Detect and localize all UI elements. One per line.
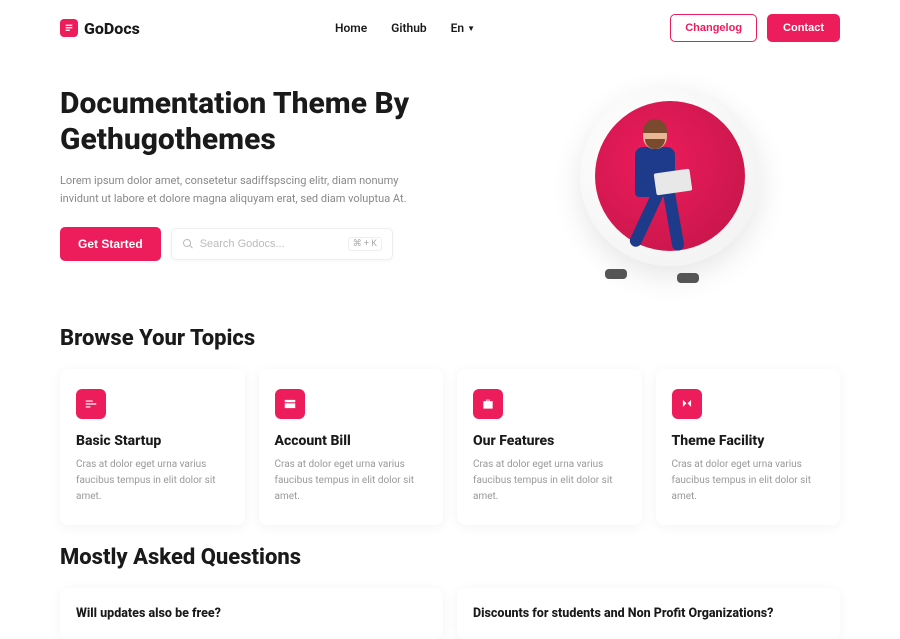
logo-icon	[60, 19, 78, 37]
topic-card-features[interactable]: Our Features Cras at dolor eget urna var…	[457, 369, 642, 525]
faq-question: Discounts for students and Non Profit Or…	[473, 606, 824, 621]
faq-question: Will updates also be free?	[76, 606, 427, 621]
changelog-button[interactable]: Changelog	[670, 14, 757, 42]
topic-card-account[interactable]: Account Bill Cras at dolor eget urna var…	[259, 369, 444, 525]
brand-logo[interactable]: GoDocs	[60, 19, 140, 38]
topic-desc: Cras at dolor eget urna varius faucibus …	[672, 457, 825, 505]
topic-desc: Cras at dolor eget urna varius faucibus …	[275, 457, 428, 505]
hero-title: Documentation Theme By Gethugothemes	[60, 86, 430, 158]
language-selector[interactable]: En ▼	[451, 21, 475, 35]
nav-link-github[interactable]: Github	[391, 21, 426, 35]
topic-title: Theme Facility	[672, 433, 825, 449]
nav-link-home[interactable]: Home	[335, 21, 367, 35]
search-icon	[182, 238, 194, 250]
language-label: En	[451, 21, 464, 35]
hero-subtitle: Lorem ipsum dolor amet, consetetur sadif…	[60, 172, 430, 207]
hero-illustration	[470, 86, 840, 286]
topic-card-theme[interactable]: Theme Facility Cras at dolor eget urna v…	[656, 369, 841, 525]
faq-item[interactable]: Discounts for students and Non Profit Or…	[457, 588, 840, 639]
faq-grid: Will updates also be free? Discounts for…	[0, 588, 900, 639]
topic-title: Account Bill	[275, 433, 428, 449]
top-nav: GoDocs Home Github En ▼ Changelog Contac…	[0, 0, 900, 56]
topic-title: Our Features	[473, 433, 626, 449]
hero-actions: Get Started ⌘ + K	[60, 227, 430, 261]
topic-desc: Cras at dolor eget urna varius faucibus …	[473, 457, 626, 505]
topic-title: Basic Startup	[76, 433, 229, 449]
search-input[interactable]	[200, 238, 342, 250]
chevron-down-icon: ▼	[467, 24, 475, 33]
card-icon	[275, 389, 305, 419]
faq-item[interactable]: Will updates also be free?	[60, 588, 443, 639]
hero-section: Documentation Theme By Gethugothemes Lor…	[0, 56, 900, 306]
brand-name: GoDocs	[84, 19, 140, 38]
briefcase-icon	[473, 389, 503, 419]
tools-icon	[672, 389, 702, 419]
topic-desc: Cras at dolor eget urna varius faucibus …	[76, 457, 229, 505]
search-box[interactable]: ⌘ + K	[171, 228, 393, 260]
hero-content: Documentation Theme By Gethugothemes Lor…	[60, 86, 430, 286]
topics-grid: Basic Startup Cras at dolor eget urna va…	[0, 369, 900, 525]
contact-button[interactable]: Contact	[767, 14, 840, 42]
topic-card-startup[interactable]: Basic Startup Cras at dolor eget urna va…	[60, 369, 245, 525]
sliders-icon	[76, 389, 106, 419]
topics-heading: Browse Your Topics	[60, 326, 840, 351]
nav-right: Changelog Contact	[670, 14, 840, 42]
nav-center: Home Github En ▼	[335, 21, 475, 35]
get-started-button[interactable]: Get Started	[60, 227, 161, 261]
faq-heading: Mostly Asked Questions	[60, 545, 840, 570]
search-kbd-hint: ⌘ + K	[348, 237, 382, 251]
